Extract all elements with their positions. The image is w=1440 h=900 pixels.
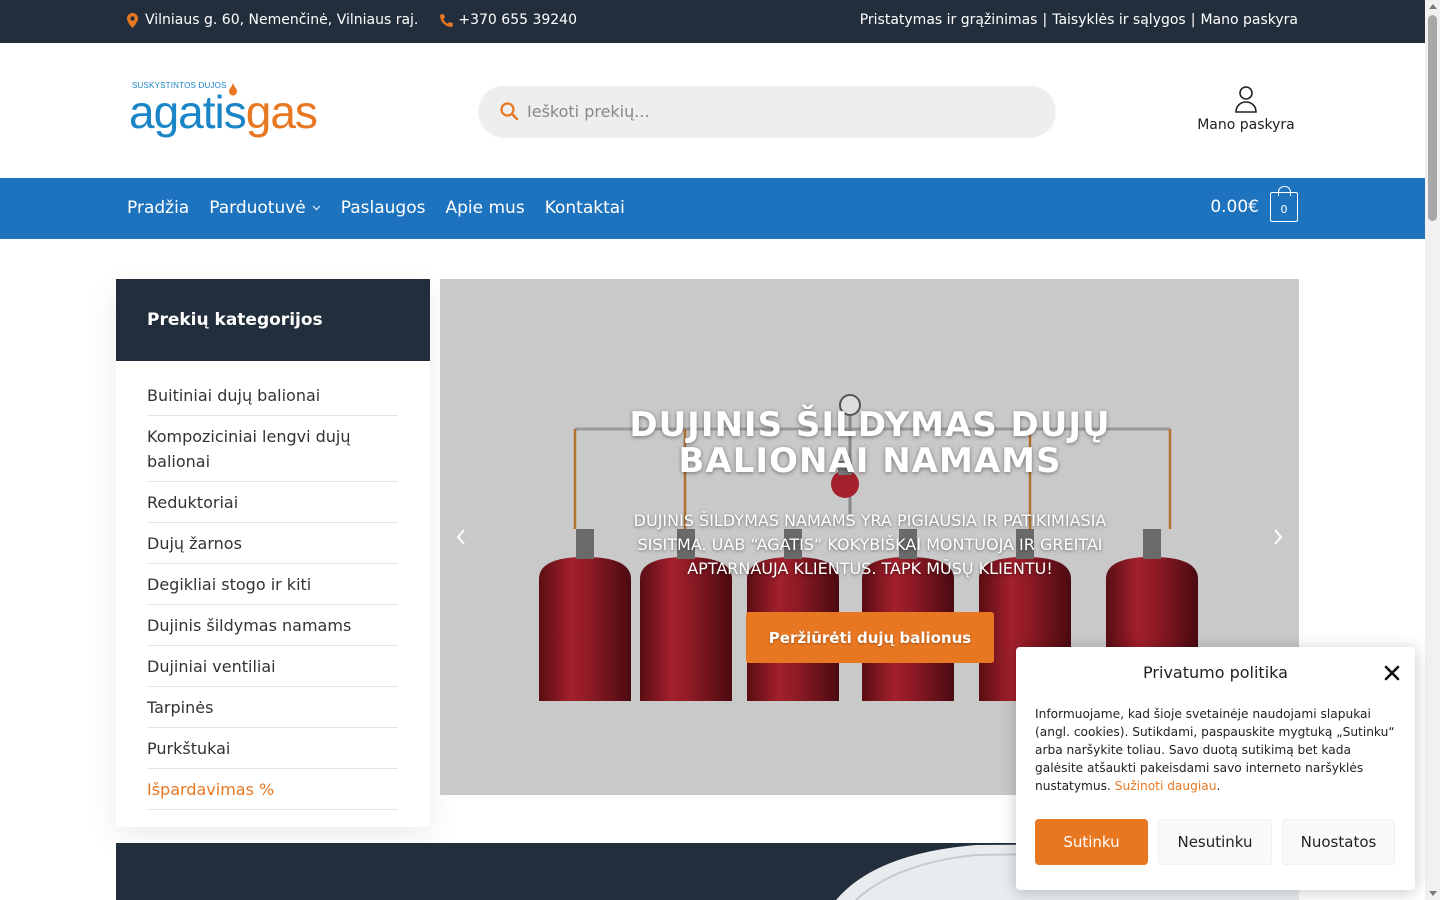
nav-item-contacts[interactable]: Kontaktai xyxy=(545,198,625,218)
nav-menu: Pradžia Parduotuvė Paslaugos Apie mus Ko… xyxy=(127,198,625,218)
scrollbar-thumb[interactable] xyxy=(1428,15,1437,221)
nav-item-services[interactable]: Paslaugos xyxy=(341,198,426,218)
location-pin-icon xyxy=(127,12,139,28)
terms-link[interactable]: Taisyklės ir sąlygos xyxy=(1052,12,1186,28)
product-categories: Prekių kategorijos Buitiniai dujų balion… xyxy=(116,279,430,827)
address-text: Vilniaus g. 60, Nemenčinė, Vilniaus raj. xyxy=(145,12,419,28)
flame-icon xyxy=(229,82,237,96)
category-item[interactable]: Dujiniai ventiliai xyxy=(147,646,398,687)
phone-icon xyxy=(440,13,454,27)
scroll-up-arrow-icon[interactable] xyxy=(1429,4,1437,9)
category-item[interactable]: Dujinis šildymas namams xyxy=(147,605,398,646)
scroll-down-arrow-icon[interactable] xyxy=(1429,891,1437,896)
category-item[interactable]: Tarpinės xyxy=(147,687,398,728)
user-icon xyxy=(1235,86,1257,113)
phone-link[interactable]: +370 655 39240 xyxy=(458,12,577,28)
nav-item-home[interactable]: Pradžia xyxy=(127,198,189,218)
cookie-text: Informuojame, kad šioje svetainėje naudo… xyxy=(1035,707,1395,793)
slider-prev-arrow-icon[interactable] xyxy=(454,527,468,547)
cart-button[interactable]: 0.00€ 0 xyxy=(1210,186,1298,222)
category-item[interactable]: Buitiniai dujų balionai xyxy=(147,375,398,416)
cart-bag-icon: 0 xyxy=(1270,186,1298,222)
top-links: Pristatymas ir grąžinimas | Taisyklės ir… xyxy=(860,12,1298,28)
hero-subtitle: DUJINIS ŠILDYMAS NAMAMS YRA PIGIAUSIA IR… xyxy=(633,511,1107,578)
cart-count: 0 xyxy=(1280,203,1288,216)
search-icon[interactable] xyxy=(499,101,519,121)
category-item[interactable]: Kompoziciniai lengvi dujų balionai xyxy=(147,416,398,482)
hero-title: DUJINIS ŠILDYMAS DUJŲ BALIONAI NAMAMS xyxy=(629,405,1111,481)
site-header: SUSKYSTINTOS DUJOS agatisgas Mano paskyr… xyxy=(0,43,1425,178)
chevron-down-icon xyxy=(312,205,321,211)
cookie-consent-dialog: Privatumo politika Informuojame, kad šio… xyxy=(1016,647,1415,890)
learn-more-link[interactable]: Sužinoti daugiau xyxy=(1115,779,1217,793)
category-list: Buitiniai dujų balionai Kompoziciniai le… xyxy=(116,361,430,810)
search-input[interactable] xyxy=(527,101,1027,121)
top-bar: Vilniaus g. 60, Nemenčinė, Vilniaus raj.… xyxy=(0,0,1425,43)
category-item[interactable]: Dujų žarnos xyxy=(147,523,398,564)
contact-info: Vilniaus g. 60, Nemenčinė, Vilniaus raj.… xyxy=(127,12,577,28)
settings-button[interactable]: Nuostatos xyxy=(1282,819,1395,865)
my-account-link[interactable]: Mano paskyra xyxy=(1200,12,1298,28)
nav-item-about[interactable]: Apie mus xyxy=(445,198,524,218)
category-item[interactable]: Purkštukai xyxy=(147,728,398,769)
main-nav: Pradžia Parduotuvė Paslaugos Apie mus Ko… xyxy=(0,178,1425,239)
hero-cta-button[interactable]: Peržiūrėti dujų balionus xyxy=(746,612,994,663)
categories-title: Prekių kategorijos xyxy=(116,279,430,361)
category-item[interactable]: Reduktoriai xyxy=(147,482,398,523)
account-label: Mano paskyra xyxy=(1197,117,1295,133)
category-item[interactable]: Degikliai stogo ir kiti xyxy=(147,564,398,605)
account-button[interactable]: Mano paskyra xyxy=(1190,85,1302,133)
close-icon[interactable] xyxy=(1384,665,1400,681)
logo-wordmark: agatisgas xyxy=(129,86,318,138)
separator: | xyxy=(1190,12,1196,28)
accept-button[interactable]: Sutinku xyxy=(1035,819,1148,865)
site-logo[interactable]: SUSKYSTINTOS DUJOS agatisgas xyxy=(129,81,329,141)
cart-total: 0.00€ xyxy=(1210,197,1259,217)
category-item-sale[interactable]: Išpardavimas % xyxy=(147,769,398,810)
search-bar[interactable] xyxy=(479,86,1055,136)
nav-item-shop-label: Parduotuvė xyxy=(209,198,306,218)
delivery-link[interactable]: Pristatymas ir grąžinimas xyxy=(860,12,1038,28)
deny-button[interactable]: Nesutinku xyxy=(1158,819,1272,865)
slider-next-arrow-icon[interactable] xyxy=(1271,527,1285,547)
cookie-title: Privatumo politika xyxy=(1143,663,1288,682)
separator: | xyxy=(1042,12,1048,28)
page-scrollbar[interactable] xyxy=(1425,0,1440,900)
nav-item-shop[interactable]: Parduotuvė xyxy=(209,198,321,218)
